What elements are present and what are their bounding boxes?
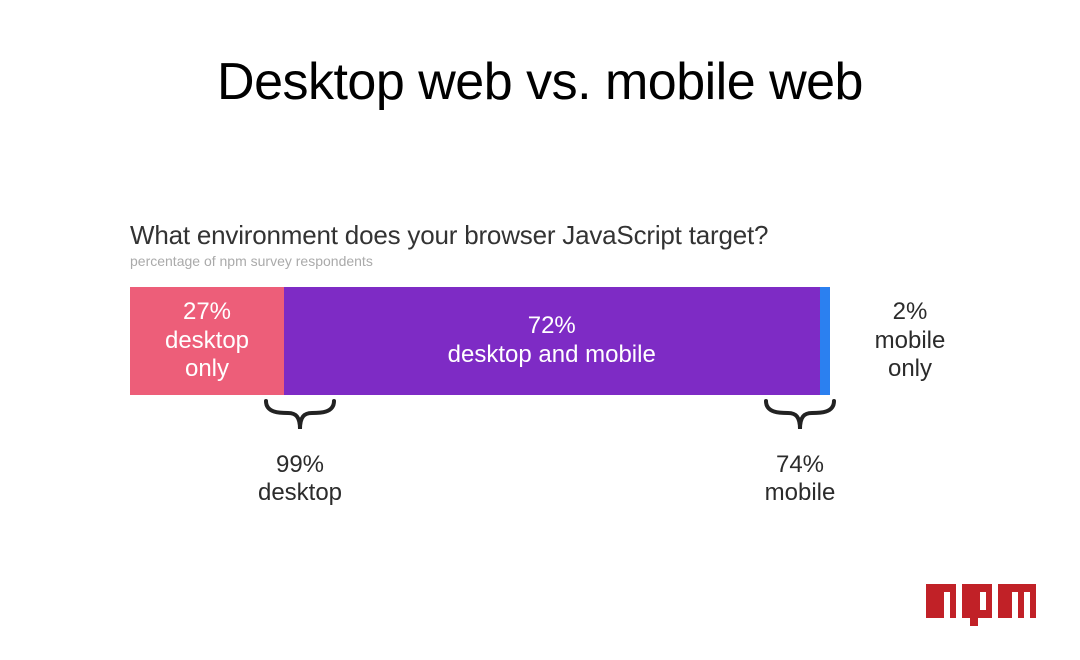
slide-title: Desktop web vs. mobile web [0,52,1080,112]
chart-title: What environment does your browser JavaS… [130,220,950,251]
segment-desktop-only-pct: 27% [165,298,249,327]
chart-subtitle: percentage of npm survey respondents [130,253,950,269]
segment-mobile-only [820,287,831,395]
bracket-desktop-pct: 99% [250,451,350,479]
bracket-mobile-label: mobile [750,479,850,507]
bracket-mobile: 74% mobile [750,399,850,506]
stacked-bar: 27% desktoponly 72% desktop and mobile 2… [130,287,950,545]
segment-desktop-and-mobile: 72% desktop and mobile [284,287,820,395]
segment-mobile-only-label: mobileonly [850,327,970,385]
npm-logo [926,584,1036,626]
bracket-annotations: 99% desktop 74% mobile [130,395,830,545]
segment-mobile-only-pct: 2% [850,298,970,327]
bracket-desktop: 99% desktop [250,399,350,506]
segment-mobile-only-external-label: 2% mobileonly [850,287,970,395]
segment-both-label: desktop and mobile [448,341,656,370]
segment-desktop-only-label: desktoponly [165,327,249,385]
bracket-desktop-label: desktop [250,479,350,507]
curly-brace-icon [760,399,840,449]
chart-container: What environment does your browser JavaS… [130,220,950,545]
bracket-mobile-pct: 74% [750,451,850,479]
curly-brace-icon [260,399,340,449]
segment-desktop-only: 27% desktoponly [130,287,284,395]
segment-both-pct: 72% [448,312,656,341]
